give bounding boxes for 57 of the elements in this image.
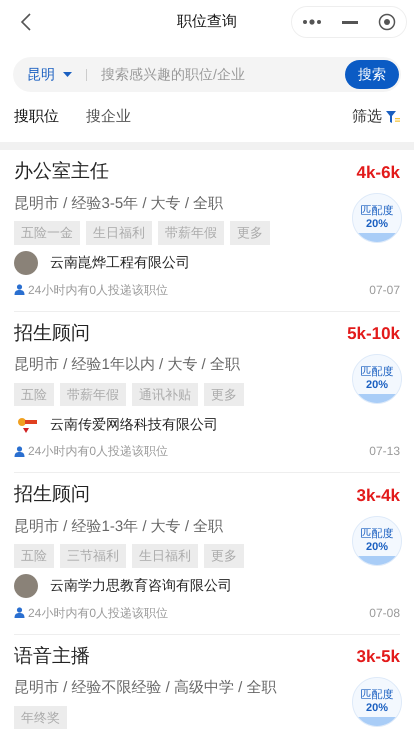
salary: 5k-10k <box>347 323 400 345</box>
company-name[interactable]: 云南传爱网络科技有限公司 <box>50 414 218 434</box>
person-icon <box>14 446 25 456</box>
benefit-tag: 更多 <box>204 382 244 406</box>
post-date: 07-07 <box>369 282 400 298</box>
benefit-tag: 生日福利 <box>132 544 198 568</box>
company-photo-placeholder <box>14 250 38 274</box>
caret-icon[interactable] <box>63 72 72 78</box>
job-title[interactable]: 办公室主任 <box>14 158 109 186</box>
benefit-tag: 五险 <box>14 544 54 568</box>
job-title[interactable]: 招生顾问 <box>14 320 90 348</box>
company-name[interactable]: 云南学力思教育咨询有限公司 <box>50 575 232 596</box>
post-date: 07-13 <box>369 443 400 460</box>
job-meta: 昆明市 / 经验不限经验 / 高级中学 / 全职 <box>14 678 277 698</box>
job-meta: 昆明市 / 经验3-5年 / 大专 / 全职 <box>14 194 224 214</box>
match-badge: 匹配度 20% <box>352 192 402 242</box>
benefit-tag: 三节福利 <box>60 544 126 568</box>
benefit-tag: 五险一金 <box>14 221 80 244</box>
applicant-count: 24小时内有0人投递该职位 <box>28 282 168 298</box>
salary: 3k-4k <box>356 484 400 506</box>
company-photo-placeholder <box>14 574 38 598</box>
page-title: 职位查询 <box>177 12 237 32</box>
tab[interactable]: 搜企业 <box>86 106 131 128</box>
benefit-tag: 年终奖 <box>14 706 67 729</box>
company-name[interactable]: 云南崑烨工程有限公司 <box>50 252 190 273</box>
job-meta: 昆明市 / 经验1年以内 / 大专 / 全职 <box>14 355 241 375</box>
match-badge: 匹配度 20% <box>352 677 402 727</box>
filter-button[interactable]: 筛选 <box>352 106 382 128</box>
applicant-count: 24小时内有0人投递该职位 <box>28 604 168 622</box>
salary: 3k-5k <box>356 646 400 668</box>
benefit-tag: 五险 <box>14 382 54 406</box>
tab[interactable]: 搜职位 <box>14 106 59 128</box>
filter-icon[interactable] <box>386 110 400 124</box>
more-icon[interactable] <box>302 19 322 25</box>
match-badge: 匹配度 20% <box>352 516 402 566</box>
job-title[interactable]: 语音主播 <box>14 642 90 671</box>
benefit-tag: 生日福利 <box>86 221 152 244</box>
benefit-tag: 通讯补贴 <box>132 382 198 406</box>
person-icon <box>14 284 25 295</box>
back-icon[interactable] <box>20 12 32 32</box>
capsule-menu[interactable] <box>291 6 407 38</box>
applicant-count: 24小时内有0人投递该职位 <box>28 443 168 460</box>
minimize-icon[interactable] <box>342 20 358 24</box>
person-icon <box>14 607 25 618</box>
search-bar[interactable]: 昆明 搜索感兴趣的职位/企业 搜索 <box>13 57 401 92</box>
job-title[interactable]: 招生顾问 <box>14 481 90 510</box>
search-button[interactable]: 搜索 <box>345 60 399 89</box>
close-icon[interactable] <box>378 13 396 31</box>
benefit-tag: 更多 <box>230 221 270 244</box>
match-badge: 匹配度 20% <box>352 354 402 404</box>
city-selector[interactable]: 昆明 <box>27 64 55 85</box>
benefit-tag: 带薪年假 <box>60 382 126 406</box>
post-date: 07-08 <box>369 604 400 622</box>
salary: 4k-6k <box>356 162 400 184</box>
benefit-tag: 更多 <box>204 544 244 568</box>
benefit-tag: 带薪年假 <box>158 221 224 244</box>
job-meta: 昆明市 / 经验1-3年 / 大专 / 全职 <box>14 516 224 536</box>
